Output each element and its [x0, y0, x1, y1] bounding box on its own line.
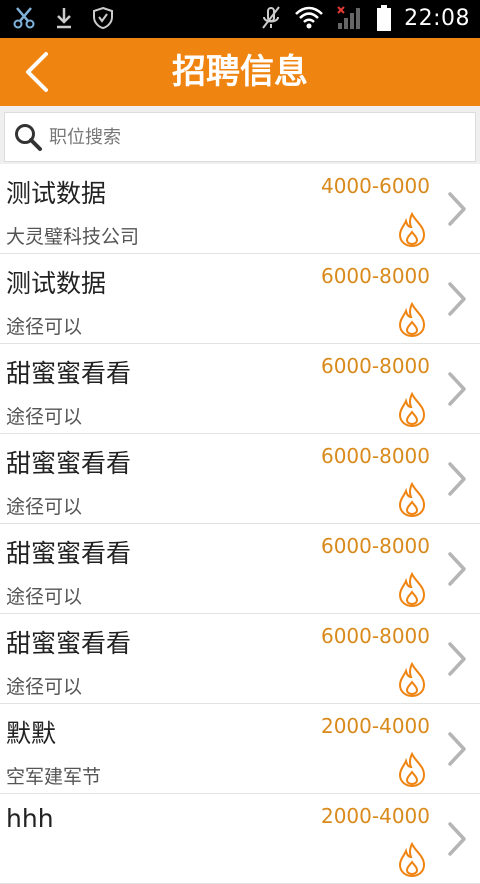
job-salary: 2000-4000 — [320, 804, 430, 828]
job-list-item[interactable]: 甜蜜蜜看看 6000-8000 途径可以 — [0, 524, 480, 614]
back-arrow-icon — [26, 52, 48, 92]
flame-icon — [398, 392, 426, 428]
signal-icon — [337, 6, 361, 29]
job-salary: 6000-8000 — [320, 354, 430, 378]
flame-icon — [398, 662, 426, 698]
job-company: 途径可以 — [6, 496, 83, 518]
wifi-icon — [295, 6, 323, 29]
job-company: 途径可以 — [6, 676, 83, 698]
job-list-item[interactable]: 默默 2000-4000 空军建军节 — [0, 704, 480, 794]
job-list-item[interactable]: 测试数据 6000-8000 途径可以 — [0, 254, 480, 344]
flame-icon — [398, 212, 426, 248]
scissors-icon — [13, 7, 35, 29]
job-title: 甜蜜蜜看看 — [6, 359, 132, 388]
job-title: 甜蜜蜜看看 — [6, 629, 132, 658]
chevron-right-icon — [448, 192, 466, 226]
job-list-item[interactable]: 测试数据 4000-6000 大灵璧科技公司 — [0, 164, 480, 254]
shield-icon — [93, 6, 113, 30]
job-salary: 6000-8000 — [320, 444, 430, 468]
search-box[interactable] — [4, 112, 476, 162]
job-salary: 2000-4000 — [320, 714, 430, 738]
flame-icon — [398, 572, 426, 608]
chevron-right-icon — [448, 552, 466, 586]
chevron-right-icon — [448, 282, 466, 316]
search-input[interactable] — [47, 116, 475, 158]
job-title: 测试数据 — [6, 179, 107, 208]
job-salary: 6000-8000 — [320, 264, 430, 288]
job-title: 甜蜜蜜看看 — [6, 539, 132, 568]
job-list-item[interactable]: hhh 2000-4000 — [0, 794, 480, 884]
flame-icon — [398, 752, 426, 788]
flame-icon — [398, 302, 426, 338]
search-bar — [0, 106, 480, 164]
job-company: 空军建军节 — [6, 766, 102, 788]
download-icon — [57, 8, 71, 29]
back-button[interactable] — [14, 48, 62, 96]
battery-icon — [377, 5, 392, 31]
job-salary: 6000-8000 — [320, 534, 430, 558]
chevron-right-icon — [448, 822, 466, 856]
job-company: 途径可以 — [6, 316, 83, 338]
job-list: 测试数据 4000-6000 大灵璧科技公司 测试数据 6000-8000 途径… — [0, 164, 480, 884]
job-company: 途径可以 — [6, 586, 83, 608]
job-list-item[interactable]: 甜蜜蜜看看 6000-8000 途径可以 — [0, 434, 480, 524]
chevron-right-icon — [448, 732, 466, 766]
job-salary: 4000-6000 — [320, 174, 430, 198]
chevron-right-icon — [448, 462, 466, 496]
job-company: 途径可以 — [6, 406, 83, 428]
job-list-item[interactable]: 甜蜜蜜看看 6000-8000 途径可以 — [0, 614, 480, 704]
job-company: 大灵璧科技公司 — [6, 226, 140, 248]
job-list-item[interactable]: 甜蜜蜜看看 6000-8000 途径可以 — [0, 344, 480, 434]
flame-icon — [398, 482, 426, 518]
job-title: hhh — [6, 804, 54, 833]
status-bar: 22:08 — [0, 0, 480, 38]
app-header: 招聘信息 — [0, 38, 480, 106]
job-title: 甜蜜蜜看看 — [6, 449, 132, 478]
flame-icon — [398, 842, 426, 878]
status-time: 22:08 — [404, 5, 470, 31]
page-title: 招聘信息 — [172, 52, 308, 92]
chevron-right-icon — [448, 372, 466, 406]
job-title: 测试数据 — [6, 269, 107, 298]
chevron-right-icon — [448, 642, 466, 676]
job-title: 默默 — [6, 719, 57, 748]
mute-icon — [262, 6, 280, 29]
job-salary: 6000-8000 — [320, 624, 430, 648]
search-icon — [15, 124, 42, 151]
